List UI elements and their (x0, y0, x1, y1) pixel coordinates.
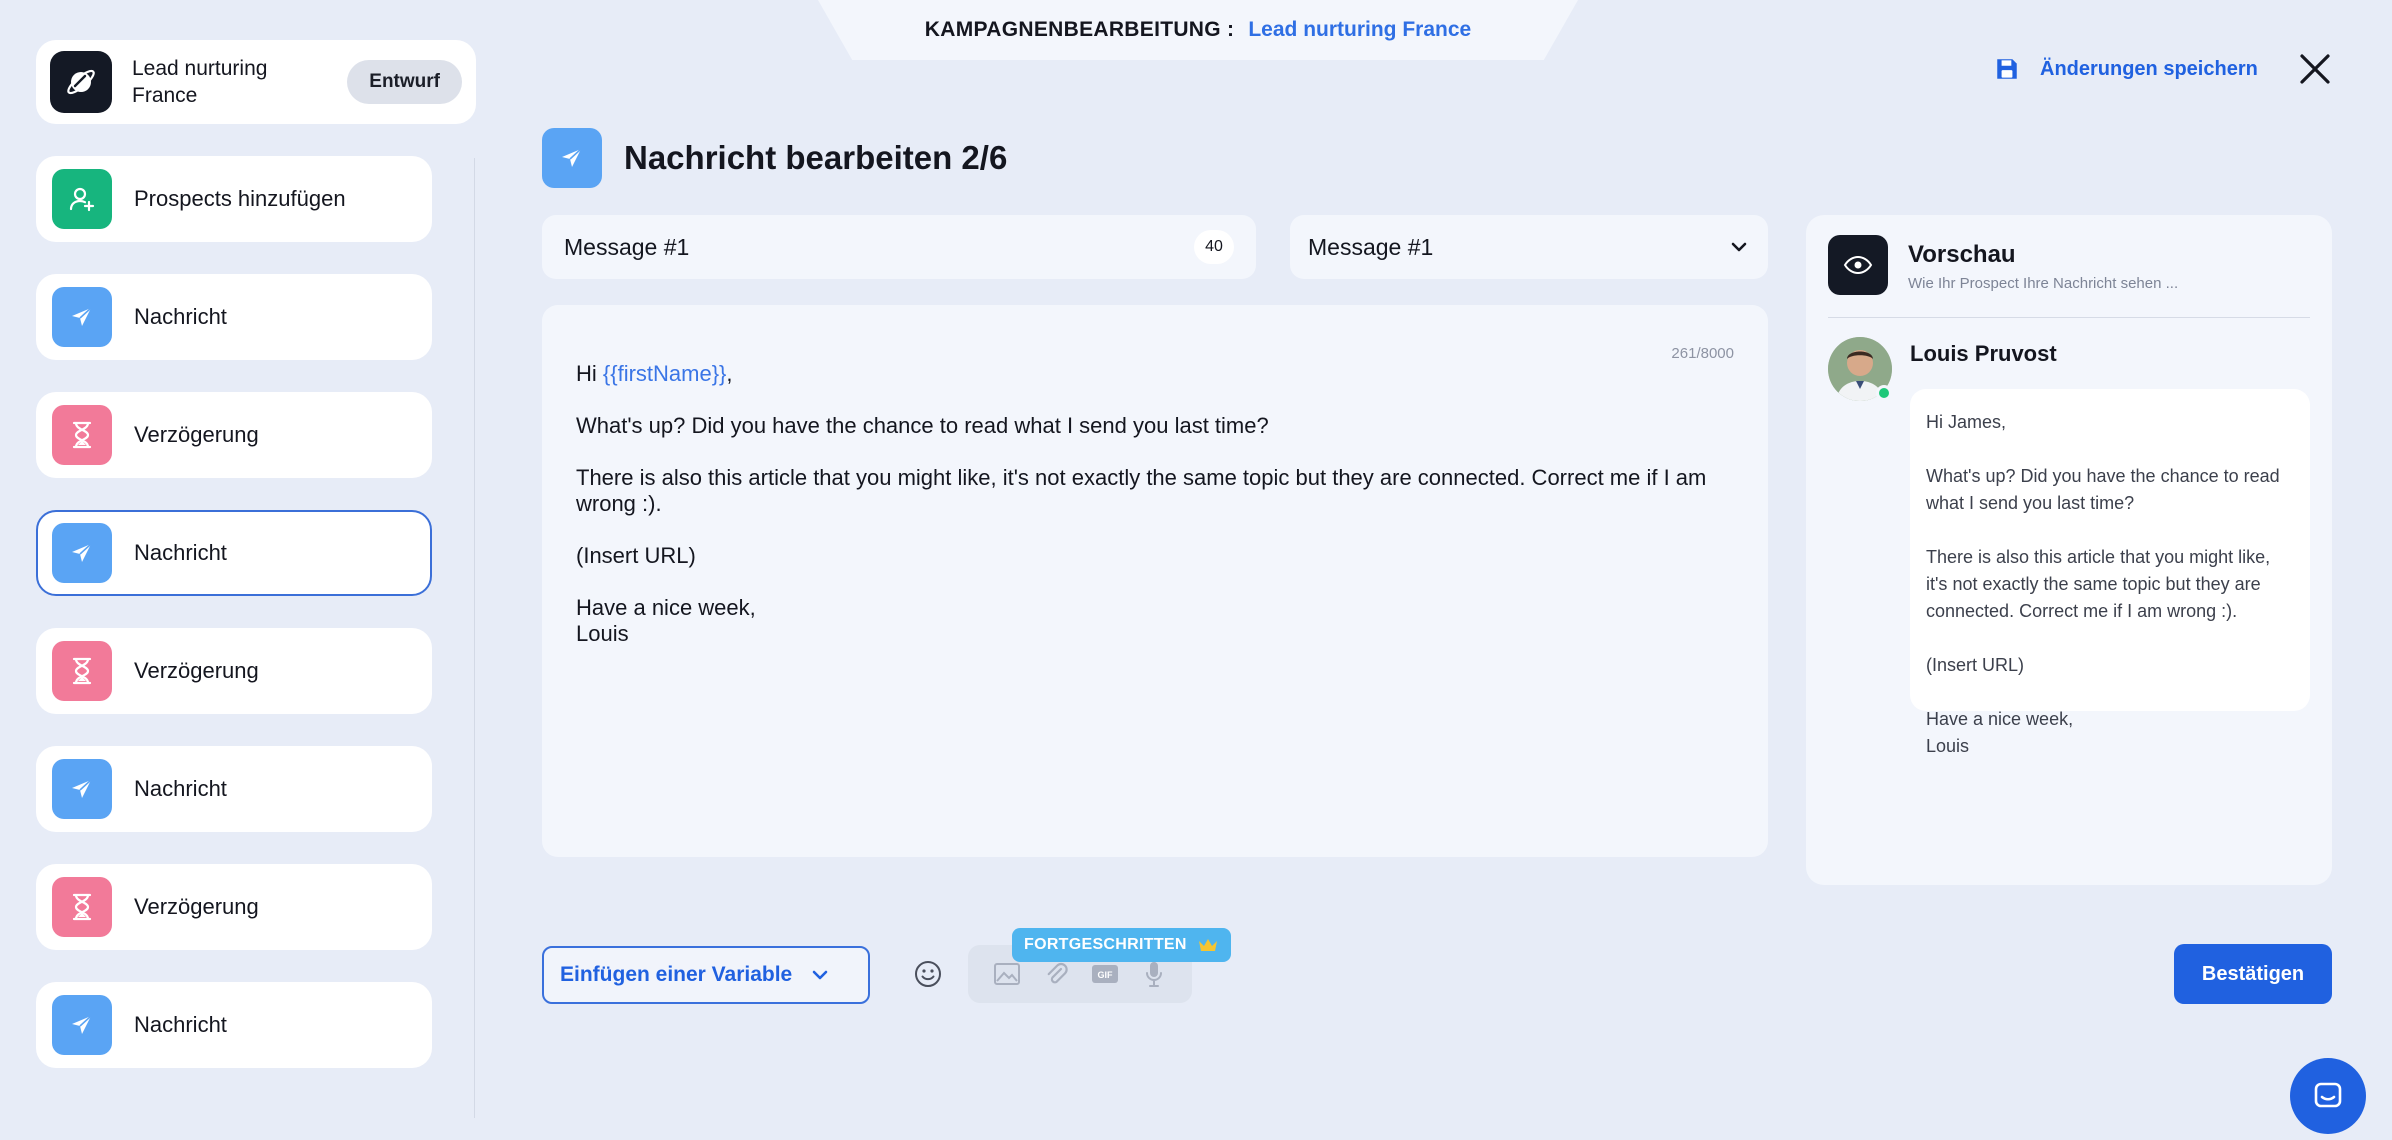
preview-line: (Insert URL) (1926, 655, 2025, 675)
name-char-count: 40 (1194, 230, 1234, 264)
message-closing: Have a nice week, Louis (576, 595, 1734, 647)
step-delay-1[interactable]: Verzögerung (36, 392, 432, 478)
preview-closing: Have a nice week, Louis (1926, 706, 2294, 760)
smiley-icon (915, 961, 941, 987)
preview-divider (1828, 317, 2310, 318)
message-line: What's up? Did you have the chance to re… (576, 413, 1269, 438)
sequence-steps: Prospects hinzufügen Nachricht Verzögeru… (36, 156, 432, 1100)
page-title: Nachricht bearbeiten 2/6 (624, 139, 1008, 176)
message-greeting: Hi {{firstName}}, (576, 361, 1734, 387)
message-line: There is also this article that you migh… (576, 465, 1707, 516)
header-campaign-name: Lead nurturing France (1248, 18, 1472, 41)
online-status-dot (1876, 385, 1892, 401)
preview-message-bubble: Hi James, What's up? Did you have the ch… (1910, 389, 2310, 756)
close-icon (2300, 54, 2330, 84)
advanced-badge-label: FORTGESCHRITTEN (1024, 936, 1187, 953)
step-label: Nachricht (134, 540, 227, 565)
preview-closing-line: Louis (1926, 736, 1970, 756)
editor-header: Nachricht bearbeiten 2/6 (542, 128, 1007, 188)
campaign-card: Lead nurturing France Entwurf (36, 40, 476, 124)
preview-line: Hi James, (1926, 412, 2007, 432)
paper-plane-icon (52, 759, 112, 819)
preview-subtitle: Wie Ihr Prospect Ihre Nachricht sehen ..… (1908, 275, 2179, 292)
paper-plane-icon (542, 128, 602, 188)
step-label: Verzögerung (134, 658, 259, 683)
insert-variable-button[interactable]: Einfügen einer Variable (542, 946, 870, 1004)
save-icon (1997, 59, 2017, 79)
insert-variable-label: Einfügen einer Variable (560, 963, 793, 986)
preview-line: There is also this article that you migh… (1926, 547, 2271, 621)
close-button[interactable] (2296, 50, 2334, 88)
advanced-plan-badge: FORTGESCHRITTEN (1012, 928, 1231, 962)
sidebar-divider (474, 158, 475, 1118)
gif-icon[interactable]: GIF (1088, 957, 1122, 991)
message-name-input[interactable] (564, 233, 1194, 261)
step-message-4[interactable]: Nachricht (36, 982, 432, 1068)
campaign-header-tab: KAMPAGNENBEARBEITUNG : Lead nurturing Fr… (818, 0, 1578, 60)
step-label: Verzögerung (134, 894, 259, 919)
chevron-down-icon (1731, 242, 1747, 252)
emoji-button[interactable] (912, 958, 944, 990)
message-char-counter: 261/8000 (1671, 345, 1734, 362)
greeting-text: Hi (576, 361, 603, 386)
message-line: (Insert URL) (576, 543, 696, 568)
paper-plane-icon (52, 523, 112, 583)
step-label: Prospects hinzufügen (134, 186, 346, 211)
chat-icon (2314, 1082, 2342, 1108)
message-name-field[interactable]: 40 (542, 215, 1256, 279)
step-label: Nachricht (134, 304, 227, 329)
paper-plane-icon (52, 995, 112, 1055)
campaign-name: Lead nurturing France (132, 57, 268, 107)
attachment-icon[interactable] (1039, 957, 1073, 991)
step-label: Nachricht (134, 776, 227, 801)
svg-text:GIF: GIF (1097, 970, 1113, 980)
step-delay-2[interactable]: Verzögerung (36, 628, 432, 714)
step-message-1[interactable]: Nachricht (36, 274, 432, 360)
closing-line: Have a nice week, (576, 595, 756, 620)
hourglass-icon (52, 641, 112, 701)
microphone-icon[interactable] (1137, 957, 1171, 991)
paper-plane-icon (52, 287, 112, 347)
step-message-3[interactable]: Nachricht (36, 746, 432, 832)
preview-line: What's up? Did you have the chance to re… (1926, 466, 2280, 513)
save-changes-label: Änderungen speichern (2040, 57, 2258, 80)
confirm-button[interactable]: Bestätigen (2174, 944, 2332, 1004)
status-badge: Entwurf (347, 60, 462, 104)
save-changes-button[interactable]: Änderungen speichern (1994, 52, 2258, 86)
step-add-prospects[interactable]: Prospects hinzufügen (36, 156, 432, 242)
closing-line: Louis (576, 621, 629, 646)
hourglass-icon (52, 877, 112, 937)
step-delay-3[interactable]: Verzögerung (36, 864, 432, 950)
chevron-down-icon (812, 970, 828, 980)
variable-token[interactable]: {{firstName}} (603, 361, 727, 386)
eye-icon (1828, 235, 1888, 295)
hourglass-icon (52, 405, 112, 465)
step-label: Verzögerung (134, 422, 259, 447)
preview-closing-line: Have a nice week, (1926, 709, 2074, 729)
step-message-2[interactable]: Nachricht (36, 510, 432, 596)
message-editor[interactable]: 261/8000 Hi {{firstName}}, What's up? Di… (542, 305, 1768, 857)
image-icon[interactable] (990, 957, 1024, 991)
planet-icon (50, 51, 112, 113)
message-template-select[interactable]: Message #1 (1290, 215, 1768, 279)
selected-template: Message #1 (1308, 233, 1434, 260)
sender-name: Louis Pruvost (1910, 341, 2057, 366)
support-chat-button[interactable] (2290, 1058, 2366, 1134)
greeting-punct: , (726, 361, 733, 386)
step-label: Nachricht (134, 1012, 227, 1037)
preview-panel: Vorschau Wie Ihr Prospect Ihre Nachricht… (1806, 215, 2332, 885)
preview-title: Vorschau (1908, 241, 2016, 268)
header-kicker: KAMPAGNENBEARBEITUNG : (924, 18, 1235, 41)
add-user-icon (52, 169, 112, 229)
crown-icon (1198, 939, 1217, 951)
